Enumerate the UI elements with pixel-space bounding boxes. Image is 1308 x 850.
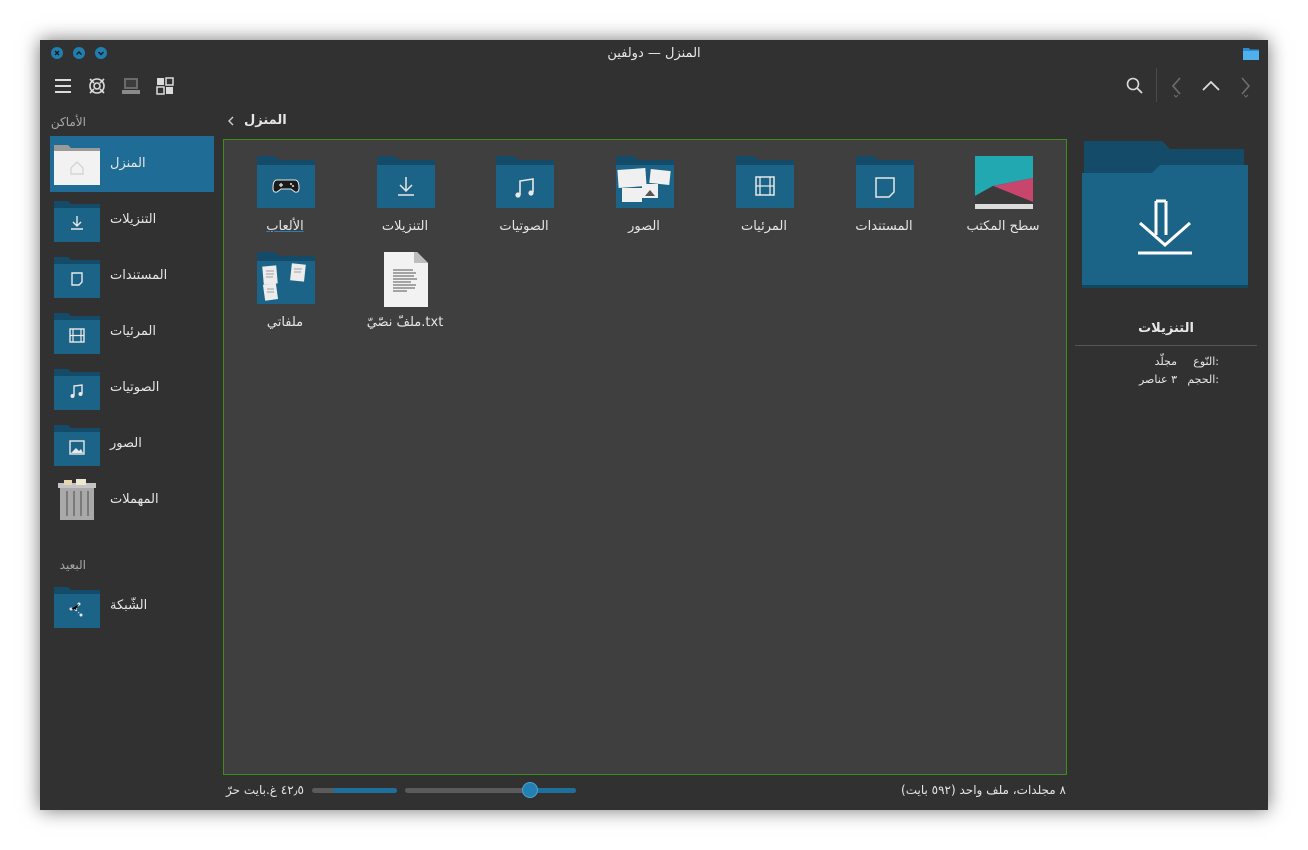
dolphin-window: المنزل — دولفين الأماكن المنزل التنزيلات… [40, 40, 1268, 810]
window-title: المنزل — دولفين [607, 46, 701, 61]
sidebar-item-label: التنزيلات [110, 212, 157, 227]
titlebar: المنزل — دولفين [40, 40, 1268, 66]
my-files-folder-icon [257, 252, 315, 304]
sidebar-item-label: الصوتيات [110, 380, 160, 395]
terminal-icon[interactable] [119, 74, 143, 98]
zoom-slider[interactable] [405, 782, 576, 798]
status-bar: ٤٢٫٥ غ.بايت حرّ ٨ مجلدات، ملف واحد (٥٩٢ … [40, 780, 1268, 802]
file-item-pictures[interactable]: الصور [588, 156, 700, 246]
pictures-folder-icon [616, 156, 674, 208]
free-space-bar [312, 788, 397, 793]
file-item-label: التنزيلات [381, 219, 429, 234]
file-item-label: المرئيات [740, 219, 787, 234]
dolphin-app-icon [1243, 48, 1259, 60]
icons-view-icon[interactable] [153, 74, 177, 98]
downloads-folder-icon [54, 201, 100, 242]
file-item-label: ملفّ نصّيّ.txt [366, 315, 444, 330]
file-item-label: الصوتيات [499, 219, 549, 234]
file-item-label: ملفاتي [266, 315, 304, 330]
toolbar [40, 66, 1268, 106]
music-folder-icon [54, 369, 100, 410]
sidebar-item-videos[interactable]: المرئيات [50, 304, 214, 360]
hamburger-menu-icon[interactable] [51, 74, 75, 98]
file-item-label: المستندات [855, 219, 913, 234]
documents-folder-icon [54, 257, 100, 298]
sidebar-item-label: الصور [110, 436, 142, 451]
file-view[interactable]: سطح المكتب المستندات المرئيات الصور الصو… [223, 139, 1067, 775]
file-item-desktop[interactable]: سطح المكتب [947, 156, 1059, 246]
sidebar-item-music[interactable]: الصوتيات [50, 360, 214, 416]
breadcrumb-item-home[interactable]: المنزل [244, 113, 287, 128]
file-item-documents[interactable]: المستندات [828, 156, 940, 246]
sidebar-item-label: المستندات [110, 268, 168, 283]
file-item-music[interactable]: الصوتيات [468, 156, 580, 246]
sidebar-item-trash[interactable]: المهملات [50, 472, 214, 528]
free-space-text: ٤٢٫٥ غ.بايت حرّ [226, 783, 304, 797]
text-file-icon [384, 252, 428, 307]
videos-folder-icon [736, 156, 794, 208]
info-title: التنزيلات [1138, 321, 1194, 336]
file-item-label: الألعاب [266, 219, 304, 234]
toolbar-separator [1156, 68, 1157, 102]
sidebar-item-label: المنزل [110, 156, 146, 171]
file-item-downloads[interactable]: التنزيلات [349, 156, 461, 246]
documents-folder-icon [856, 156, 914, 208]
music-folder-icon [496, 156, 554, 208]
sidebar-item-documents[interactable]: المستندات [50, 248, 214, 304]
pictures-folder-icon [54, 425, 100, 466]
sidebar-item-label: الشّبكة [110, 598, 148, 613]
desktop-icon [975, 156, 1033, 209]
sidebar-item-network[interactable]: الشّبكة [50, 578, 214, 634]
file-item-games[interactable]: الألعاب [229, 156, 341, 246]
info-size-value: ٣ عناصر [1138, 373, 1177, 386]
videos-folder-icon [54, 313, 100, 354]
home-folder-icon [54, 145, 100, 185]
info-separator [1075, 345, 1257, 346]
info-size-label: الحجم: [1187, 373, 1219, 386]
split-view-icon[interactable] [85, 74, 109, 98]
back-chevron-icon[interactable] [1165, 74, 1189, 98]
sidebar-item-label: المهملات [110, 492, 159, 507]
file-item-label: سطح المكتب [966, 219, 1040, 234]
trash-icon [58, 479, 96, 520]
remote-header: البعيد [59, 558, 86, 572]
free-space-bar-fill [333, 788, 397, 793]
info-type-value: مجلّد [1154, 355, 1177, 368]
forward-chevron-icon[interactable] [1233, 74, 1257, 98]
zoom-slider-handle[interactable] [521, 782, 538, 798]
sidebar-item-downloads[interactable]: التنزيلات [50, 192, 214, 248]
file-item-videos[interactable]: المرئيات [708, 156, 820, 246]
sidebar-item-label: المرئيات [110, 324, 157, 339]
sidebar-item-home[interactable]: المنزل [50, 136, 214, 192]
sidebar-item-pictures[interactable]: الصور [50, 416, 214, 472]
file-item-my-files[interactable]: ملفاتي [229, 252, 341, 342]
up-chevron-icon[interactable] [1199, 74, 1223, 98]
network-folder-icon [54, 587, 100, 628]
places-header: الأماكن [50, 115, 86, 129]
status-summary: ٨ مجلدات، ملف واحد (٥٩٢ بايت) [901, 783, 1066, 797]
info-type-label: النّوع: [1193, 355, 1219, 368]
file-item-text-file[interactable]: ملفّ نصّيّ.txt [349, 252, 461, 342]
search-icon[interactable] [1123, 74, 1147, 98]
file-item-label: الصور [628, 219, 660, 234]
downloads-folder-icon [377, 156, 435, 208]
downloads-folder-icon [1082, 141, 1248, 288]
games-folder-icon [257, 156, 315, 208]
breadcrumb-chevron-icon[interactable] [226, 114, 236, 128]
